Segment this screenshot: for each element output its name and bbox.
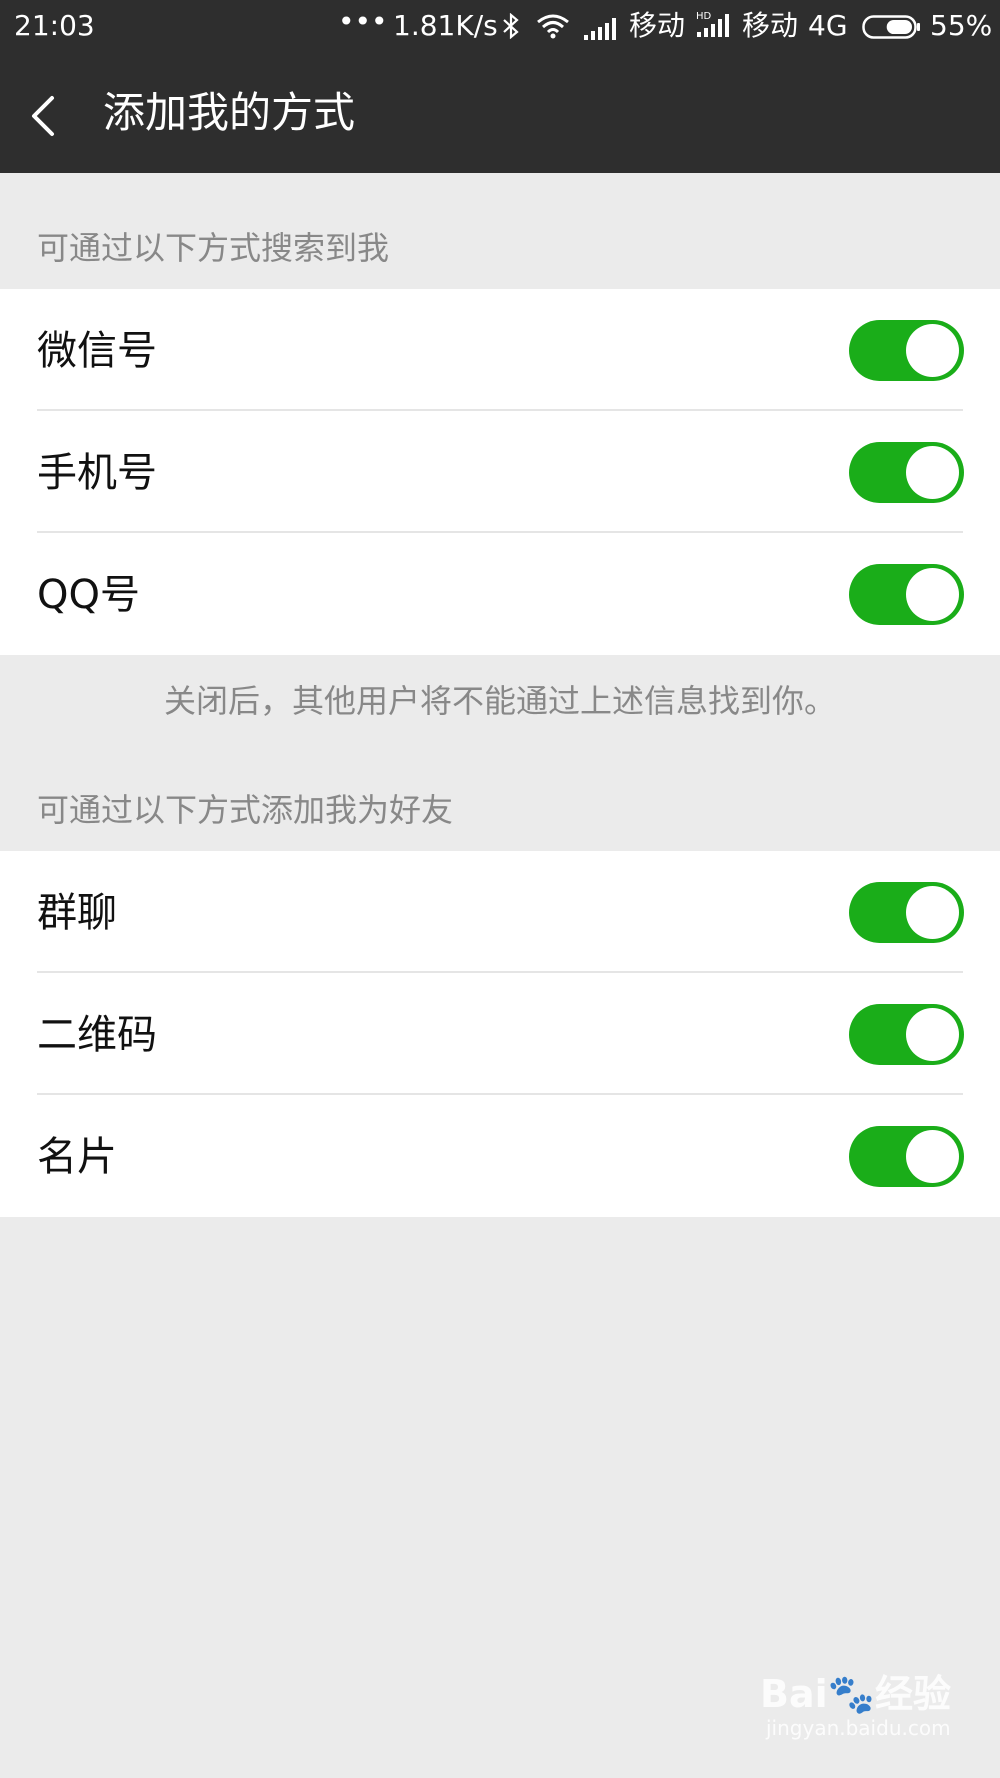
carrier-1: 移动	[629, 9, 686, 42]
group-chat-toggle[interactable]	[849, 882, 964, 943]
signal-icon	[583, 14, 617, 50]
toggle-knob	[906, 886, 959, 939]
toggle-knob	[906, 568, 959, 621]
more-notifications-icon: •••	[338, 5, 388, 38]
battery-icon	[862, 13, 922, 49]
chevron-left-icon	[32, 96, 54, 136]
nav-bar: 添加我的方式	[0, 52, 1000, 173]
status-bar: 21:03 ••• 1.81K/s 移动 HD 移动 4G 55%	[0, 0, 1000, 52]
phone-toggle[interactable]	[849, 442, 964, 503]
section-header-add: 可通过以下方式添加我为好友	[37, 791, 454, 829]
business-card-toggle[interactable]	[849, 1126, 964, 1187]
search-settings-group: 微信号 手机号 QQ号	[0, 289, 1000, 655]
setting-row-phone[interactable]: 手机号	[0, 411, 1000, 533]
baidu-jingyan-watermark: Bai🐾经验 jingyan.baidu.com	[760, 1672, 951, 1740]
network-type: 4G	[808, 9, 848, 42]
wifi-icon	[535, 12, 571, 48]
toggle-knob	[906, 1008, 959, 1061]
setting-label: 手机号	[37, 450, 157, 496]
section-header-search: 可通过以下方式搜索到我	[37, 229, 390, 267]
setting-label: 二维码	[37, 1012, 157, 1058]
search-footer-note: 关闭后，其他用户将不能通过上述信息找到你。	[163, 682, 836, 720]
status-time: 21:03	[14, 9, 95, 42]
battery-percent: 55%	[930, 9, 993, 42]
toggle-knob	[906, 446, 959, 499]
setting-label: QQ号	[37, 572, 140, 618]
toggle-knob	[906, 1130, 959, 1183]
watermark-logo: Bai🐾经验	[760, 1672, 951, 1716]
setting-label: 群聊	[37, 890, 117, 936]
qr-code-toggle[interactable]	[849, 1004, 964, 1065]
back-button[interactable]	[22, 78, 82, 148]
setting-row-group-chat[interactable]: 群聊	[0, 851, 1000, 973]
wechat-id-toggle[interactable]	[849, 320, 964, 381]
svg-text:HD: HD	[696, 11, 712, 22]
setting-row-wechat-id[interactable]: 微信号	[0, 289, 1000, 411]
setting-row-qq[interactable]: QQ号	[0, 533, 1000, 655]
setting-label: 名片	[37, 1134, 117, 1180]
setting-row-qr-code[interactable]: 二维码	[0, 973, 1000, 1095]
bluetooth-icon	[502, 12, 520, 48]
toggle-knob	[906, 324, 959, 377]
page-title: 添加我的方式	[103, 88, 356, 137]
watermark-url: jingyan.baidu.com	[766, 1716, 951, 1740]
qq-toggle[interactable]	[849, 564, 964, 625]
add-settings-group: 群聊 二维码 名片	[0, 851, 1000, 1217]
setting-label: 微信号	[37, 328, 157, 374]
network-speed: 1.81K/s	[393, 9, 498, 42]
setting-row-business-card[interactable]: 名片	[0, 1095, 1000, 1217]
carrier-2: 移动	[742, 9, 799, 42]
hd-signal-icon: HD	[696, 10, 730, 47]
